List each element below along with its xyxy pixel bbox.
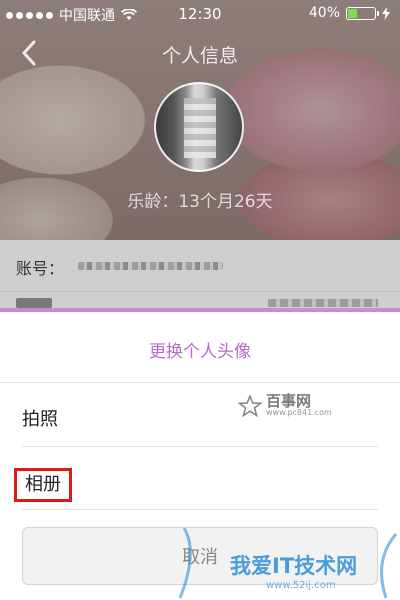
info-section: 账号： bbox=[0, 240, 400, 310]
sheet-title: 更换个人头像 bbox=[149, 342, 251, 362]
divider bbox=[22, 509, 378, 510]
watermark-url-2: www.52ij.com bbox=[266, 580, 336, 591]
watermark-52ij: 我爱IT技术网 www.52ij.com bbox=[176, 528, 400, 600]
battery-percent: 40% bbox=[308, 5, 340, 21]
partial-label-blurred bbox=[16, 298, 52, 308]
charging-bolt-icon bbox=[382, 6, 390, 20]
divider bbox=[0, 382, 400, 383]
avatar[interactable] bbox=[154, 82, 244, 172]
star-logo-icon bbox=[238, 394, 262, 417]
navigation-bar: 个人信息 bbox=[0, 28, 400, 78]
watermark-main-text: 百事网 bbox=[266, 392, 312, 410]
account-row: 账号： bbox=[0, 240, 400, 290]
account-value-blurred bbox=[78, 262, 223, 270]
battery-fill bbox=[348, 8, 358, 18]
watermark-main-text-2: 我爱IT技术网 bbox=[230, 554, 358, 578]
account-label: 账号： bbox=[16, 259, 65, 278]
take-photo-option[interactable]: 拍照 bbox=[22, 405, 58, 445]
watermark-pc841: 百事网 www.pc841.com bbox=[238, 394, 332, 417]
page-title: 个人信息 bbox=[161, 45, 238, 67]
watermark-url: www.pc841.com bbox=[266, 408, 332, 417]
photo-album-option[interactable]: 相册 bbox=[14, 468, 72, 502]
divider bbox=[22, 446, 378, 447]
age-text: 乐龄：13个月26天 bbox=[127, 192, 273, 212]
battery-icon bbox=[346, 6, 379, 20]
status-right: 40% bbox=[309, 5, 390, 21]
status-bar: 中国联通 12:30 40% bbox=[0, 0, 400, 28]
partial-value-blurred bbox=[268, 299, 378, 307]
